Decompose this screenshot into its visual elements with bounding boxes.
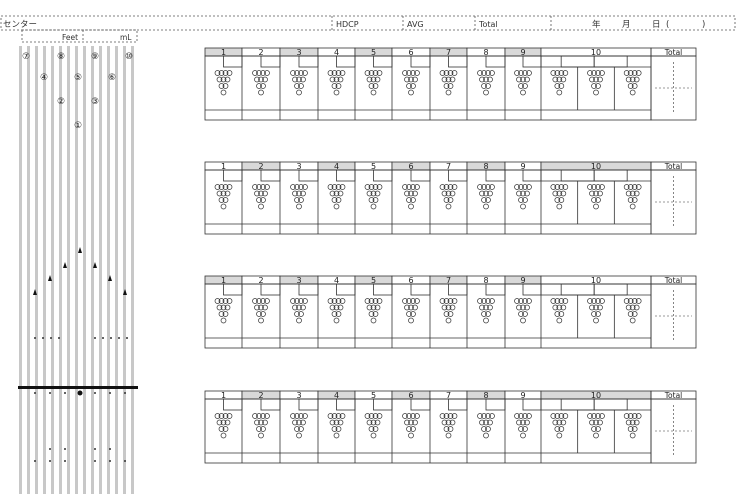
- roll-box: [298, 398, 319, 411]
- roll-box: [260, 398, 281, 411]
- roll-box: [593, 398, 628, 411]
- roll-box: [448, 398, 468, 411]
- roll-box: [560, 398, 595, 411]
- roll-box: [522, 398, 542, 411]
- pin-circle: [333, 432, 340, 439]
- pin-circle: [629, 432, 636, 439]
- pin-circle: [520, 432, 526, 439]
- pin-circle: [483, 432, 489, 439]
- pin-circle: [258, 432, 264, 439]
- pin-circle: [220, 432, 227, 439]
- roll-box: [485, 398, 506, 411]
- scoresheet-4: 1 2 3 4 5 6 7 8 9 10 Total: [204, 390, 697, 464]
- pin-circle: [408, 432, 414, 439]
- pin-circle: [593, 432, 599, 439]
- pin-circle: [556, 432, 563, 439]
- pin-circle: [296, 432, 302, 439]
- roll-box: [336, 398, 356, 411]
- roll-box: [223, 398, 243, 411]
- pin-circle: [370, 432, 377, 439]
- score-grid: 1 2 3 4 5 6 7 8 9 10 Total: [204, 390, 697, 464]
- roll-box: [373, 398, 393, 411]
- pin-circle: [445, 432, 452, 439]
- roll-box: [410, 398, 431, 411]
